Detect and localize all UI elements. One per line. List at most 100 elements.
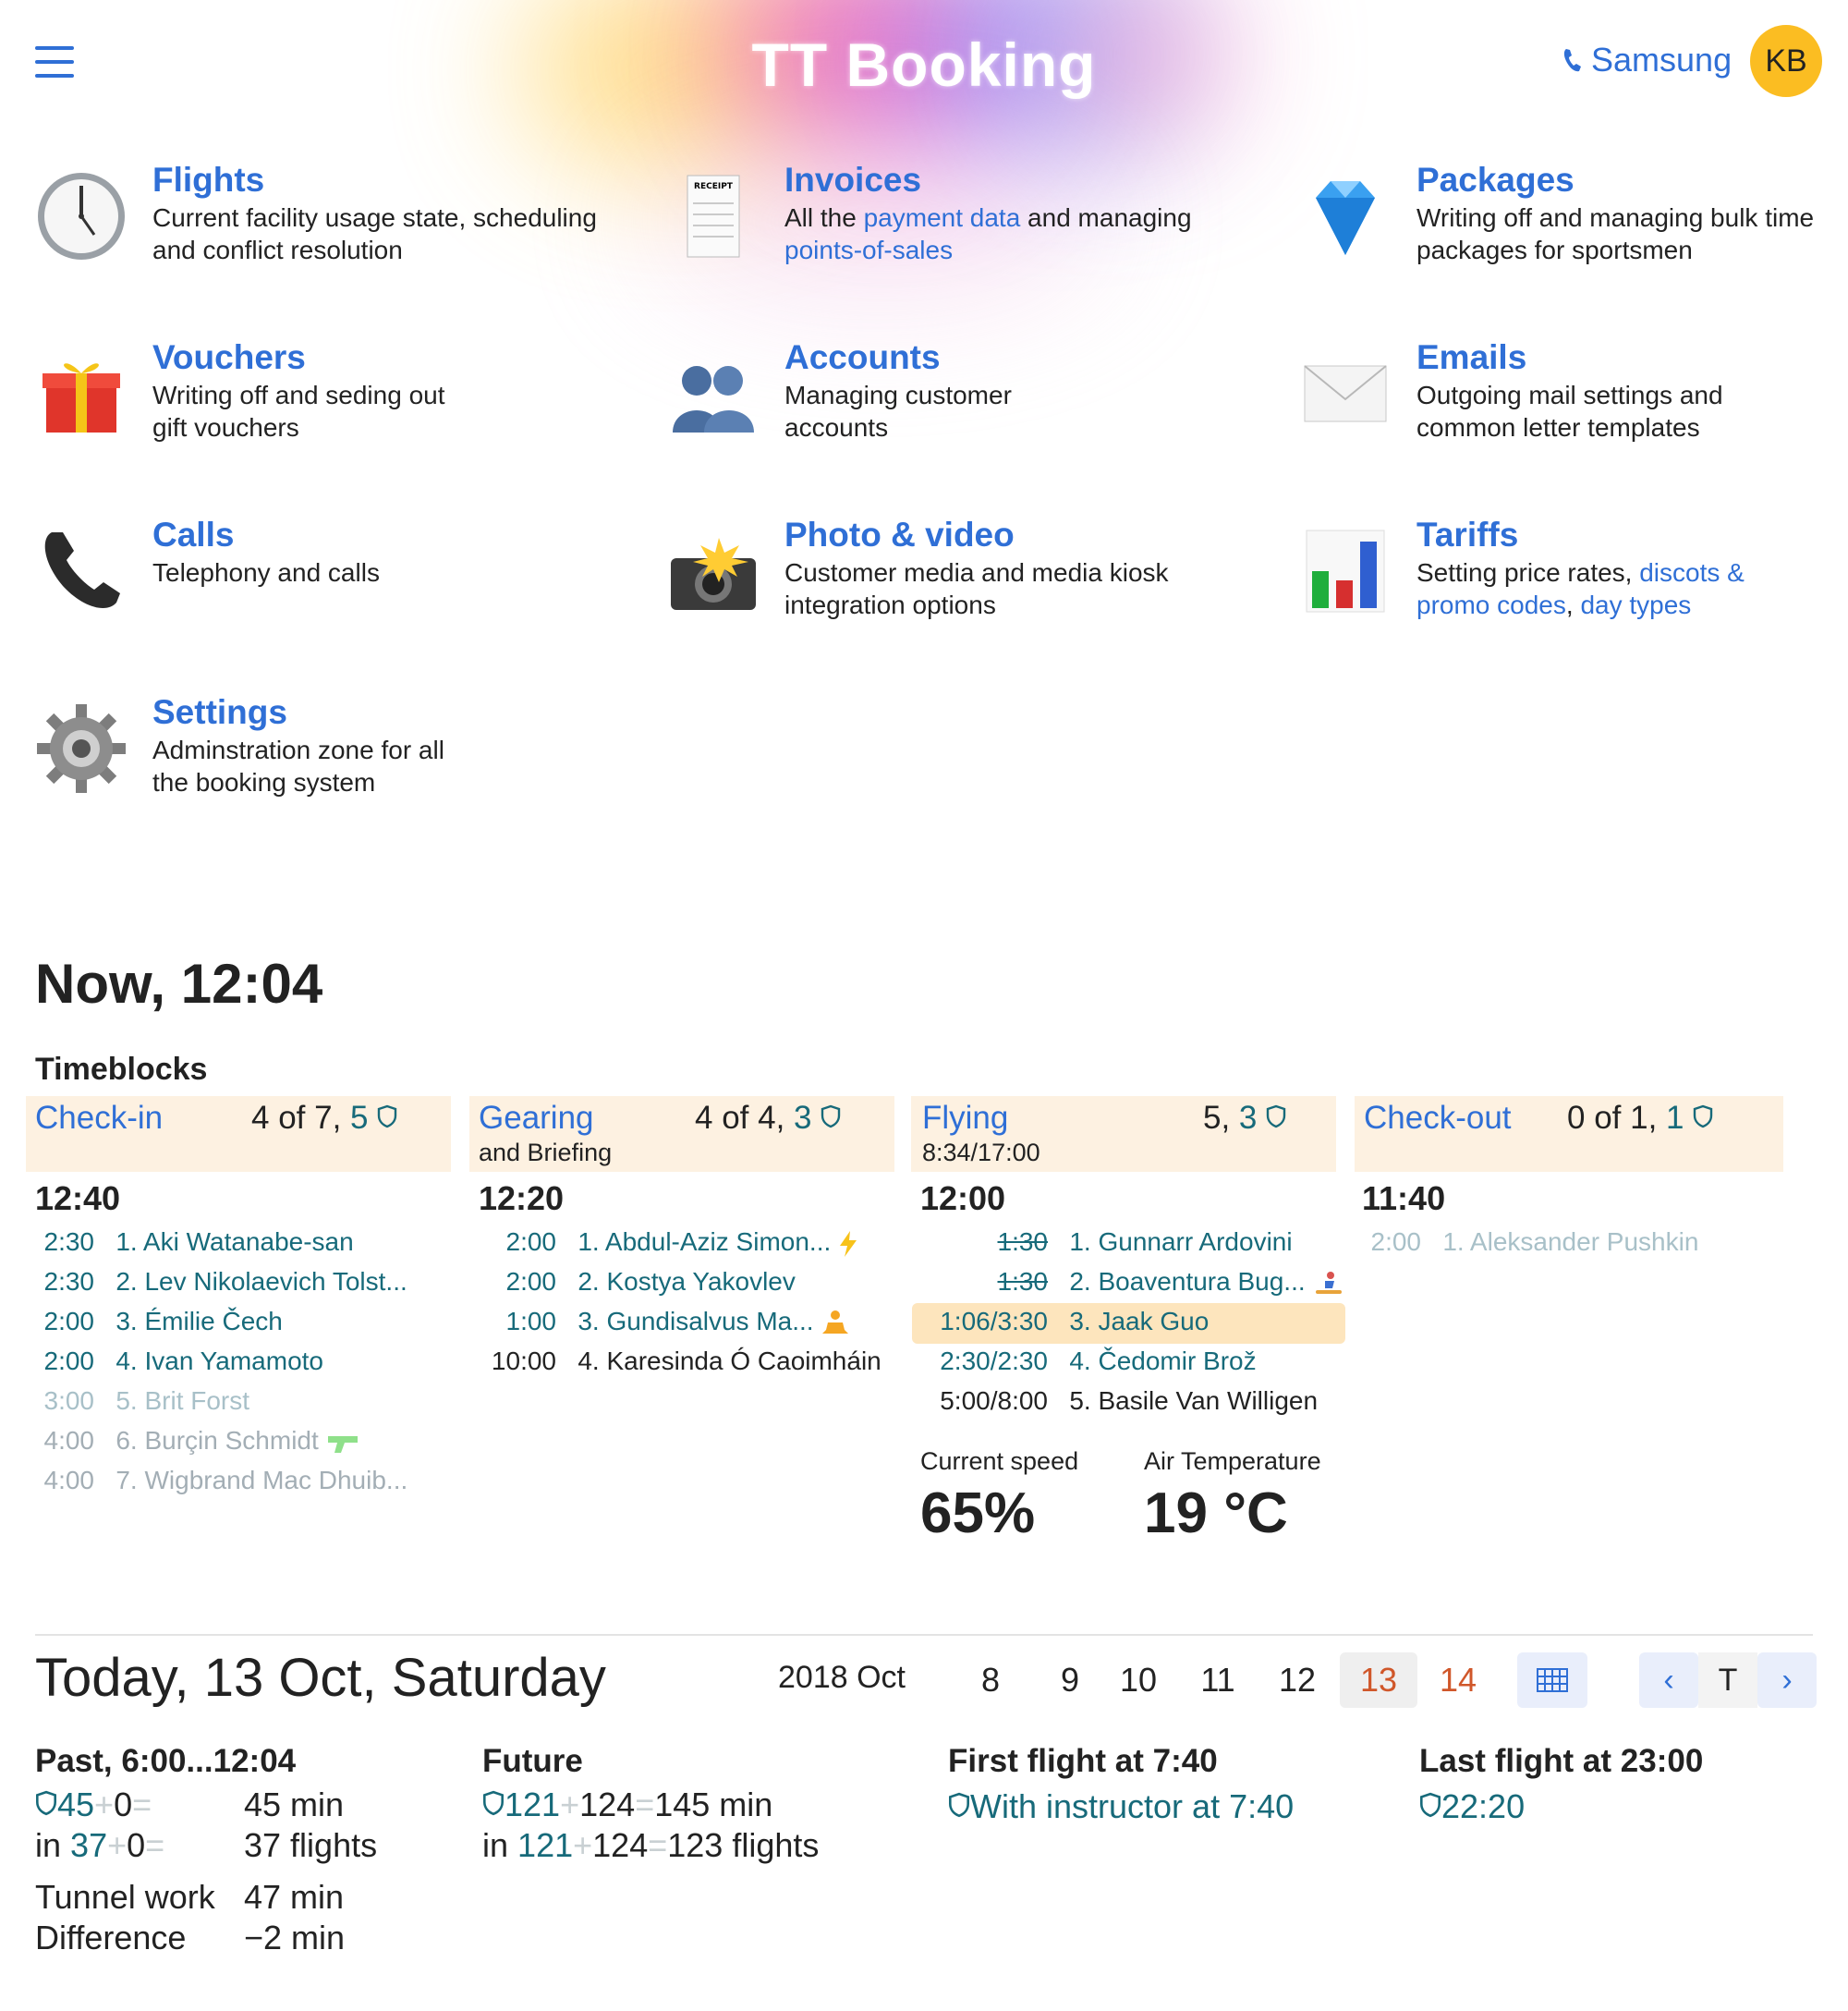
meditation-icon [822,1310,849,1334]
last-flight-heading: Last flight at 23:00 [1419,1743,1704,1779]
list-item[interactable]: 3:00 5. Brit Forst [35,1383,250,1420]
speed-label: Current speed [920,1447,1079,1475]
divider [35,1634,1813,1636]
clock-icon [38,173,125,260]
calendar-day[interactable]: 9 [1031,1652,1109,1708]
calendar-day[interactable]: 12 [1258,1652,1336,1708]
timeblock-count: 5, 3 [1203,1100,1286,1137]
past-flights-count: 37 flights [244,1826,378,1864]
list-item[interactable]: 5:00/8:00 5. Basile Van Willigen [920,1383,1318,1420]
payment-data-link[interactable]: payment data [864,203,1021,232]
snowboarder-icon [1316,1271,1343,1294]
list-item[interactable]: 1:06/3:30 3. Jaak Guo [920,1303,1209,1340]
receipt-label: RECEIPT [694,182,734,191]
list-item[interactable]: 2:00 2. Kostya Yakovlev [479,1263,796,1300]
shield-icon [36,1790,56,1816]
phone-icon [1563,49,1581,72]
module-title: Emails [1416,338,1527,376]
list-item[interactable]: 2:00 1. Aleksander Pushkin [1362,1224,1699,1261]
list-item[interactable]: 4:00 6. Burçin Schmidt [35,1422,361,1459]
timeblock-gearing-header[interactable]: Gearing and Briefing 4 of 4, 3 [469,1096,894,1172]
users-icon [673,366,754,433]
first-instructor-time: With instructor at 7:40 [948,1787,1294,1826]
module-title: Accounts [784,338,941,376]
points-of-sales-link[interactable]: points-of-sales [784,236,953,264]
gear-icon [37,704,126,793]
bar-chart-icon [1306,530,1385,613]
lightning-icon [840,1230,857,1257]
module-desc: Setting price rates, discots & promo cod… [1416,558,1745,619]
today-button[interactable]: T [1698,1652,1757,1708]
difference-label: Difference [35,1919,187,1956]
timeblock-name: Flying [922,1100,1009,1136]
list-item[interactable]: 2:00 1. Abdul-Aziz Simon... [479,1224,858,1261]
timeblock-checkin-header[interactable]: Check-in 4 of 7, 5 [26,1096,451,1172]
timeblock-name: Check-out [1364,1100,1512,1136]
calendar-day-weekend[interactable]: 14 [1419,1652,1497,1708]
avatar[interactable]: KB [1750,25,1822,97]
prev-day-button[interactable]: ‹ [1639,1652,1698,1708]
future-duration: 121+124=145 min [482,1786,772,1824]
temperature-value: 19 °C [1144,1481,1288,1545]
list-item[interactable]: 2:00 4. Ivan Yamamoto [35,1343,324,1380]
timeblock-subtitle: and Briefing [479,1139,613,1166]
timeblock-next-time: 11:40 [1362,1179,1446,1217]
module-desc: Writing off and seding out gift vouchers [152,381,445,442]
module-desc: Adminstration zone for all the booking s… [152,736,444,797]
calendar-month[interactable]: 2018 Oct [778,1660,906,1696]
list-item[interactable]: 1:30 1. Gunnarr Ardovini [920,1224,1293,1261]
speed-value: 65% [920,1481,1036,1545]
module-title: Tariffs [1416,516,1519,554]
shield-icon [1420,1792,1441,1818]
timeblock-flying-header[interactable]: Flying 8:34/17:00 5, 3 [911,1096,1336,1172]
calendar-day[interactable]: 8 [952,1652,1029,1708]
list-item[interactable]: 1:00 3. Gundisalvus Ma... [479,1303,850,1340]
difference-value: −2 min [244,1919,346,1956]
org-switch[interactable]: Samsung [1562,41,1732,79]
past-duration: 45+0= [35,1786,152,1824]
calendar-view-button[interactable] [1517,1652,1587,1708]
calendar-day[interactable]: 10 [1100,1652,1177,1708]
module-title: Invoices [784,161,922,199]
module-desc: Current facility usage state, scheduling… [152,203,597,264]
module-title: Settings [152,693,287,731]
timeblock-checkout-header[interactable]: Check-out 0 of 1, 1 [1355,1096,1783,1172]
shield-icon [378,1104,397,1128]
list-item[interactable]: 2:30/2:30 4. Čedomir Brož [920,1343,1256,1380]
future-heading: Future [482,1743,583,1779]
timeblocks-title: Timeblocks [35,1052,208,1087]
receipt-icon: RECEIPT [687,175,740,258]
past-minutes: 45 min [244,1786,345,1823]
list-item[interactable]: 10:00 4. Karesinda Ó Caoimháin [479,1343,881,1380]
water-gun-icon [327,1435,358,1453]
calendar-day-selected[interactable]: 13 [1340,1652,1417,1708]
today-title: Today, 13 Oct, Saturday [35,1648,606,1708]
last-instructor-time: 22:20 [1419,1787,1525,1826]
org-name: Samsung [1591,41,1732,79]
shield-icon [949,1792,969,1818]
list-item[interactable]: 2:30 2. Lev Nikolaevich Tolst... [35,1263,407,1300]
calendar-day[interactable]: 11 [1179,1652,1257,1708]
module-title: Vouchers [152,338,306,376]
list-item[interactable]: 1:30 2. Boaventura Bug... [920,1263,1343,1300]
tunnel-work-label: Tunnel work [35,1878,215,1916]
list-item[interactable]: 4:00 7. Wigbrand Mac Dhuib... [35,1462,408,1499]
list-item[interactable]: 2:00 3. Émilie Čech [35,1303,283,1340]
gift-icon [43,363,120,433]
gem-icon [1316,181,1375,255]
shield-icon [1694,1104,1713,1128]
timeblock-subtitle: 8:34/17:00 [922,1139,1040,1166]
next-day-button[interactable]: › [1757,1652,1817,1708]
list-item[interactable]: 2:30 1. Aki Watanabe-san [35,1224,354,1261]
phone-icon [44,532,120,608]
tunnel-work-value: 47 min [244,1878,345,1916]
timeblock-next-time: 12:00 [920,1179,1006,1217]
now-title: Now, 12:04 [35,953,323,1015]
module-title: Calls [152,516,235,554]
shield-icon [1266,1104,1286,1128]
calendar-grid-icon [1537,1668,1568,1692]
past-heading: Past, 6:00...12:04 [35,1743,297,1779]
day-types-link[interactable]: day types [1580,591,1691,619]
camera-flash-icon [671,538,756,610]
timeblock-next-time: 12:40 [35,1179,121,1217]
